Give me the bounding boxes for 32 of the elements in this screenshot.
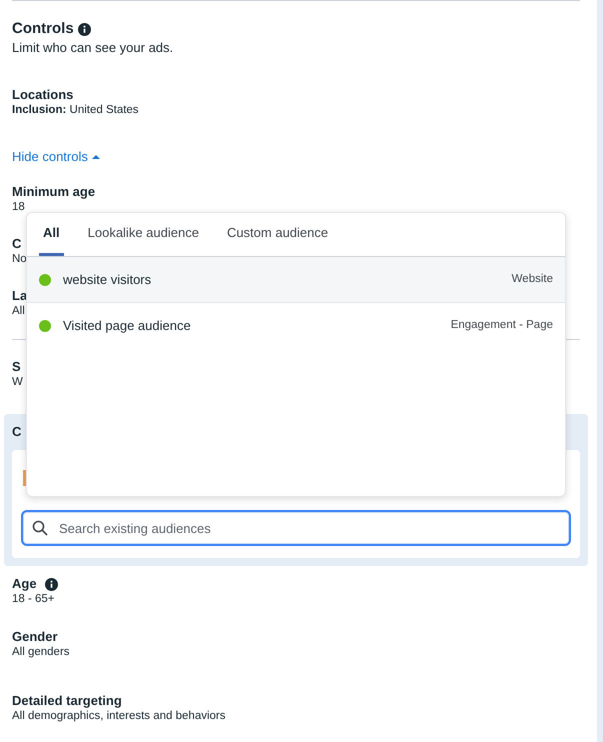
- audience-tab[interactable]: Custom audience: [222, 213, 332, 256]
- field-label: Locations: [12, 87, 74, 103]
- field-label: C: [12, 236, 22, 252]
- field-value: 18: [12, 200, 25, 215]
- audience-name: Visited page audience: [63, 316, 192, 335]
- search-field[interactable]: Search existing audiences: [21, 510, 571, 546]
- search-icon: [32, 520, 48, 536]
- field-value: All genders: [12, 645, 70, 660]
- field-value: Inclusion: United States: [12, 103, 139, 118]
- audience-item[interactable]: website visitors Website: [27, 257, 565, 303]
- field-value: All: [12, 304, 25, 319]
- section-subtitle: Limit who can see your ads.: [12, 40, 174, 56]
- audience-item[interactable]: Visited page audience Engagement - Page: [27, 303, 565, 349]
- warning-marker: [23, 470, 26, 486]
- hide-controls-link[interactable]: Hide controls: [12, 149, 100, 165]
- audience-source: Website: [512, 272, 553, 287]
- field-value: W: [12, 375, 23, 390]
- audience-name: website visitors: [63, 270, 152, 289]
- field-label: Minimum age: [12, 184, 96, 200]
- field-label: Detailed targeting: [12, 693, 122, 709]
- field-value: All demographics, interests and behaviors: [12, 709, 226, 724]
- field-value: No: [12, 252, 27, 267]
- field-value: 18 - 65+: [12, 592, 55, 607]
- caret-icon: [92, 154, 100, 160]
- field-label: S: [12, 359, 21, 375]
- audience-tab[interactable]: Lookalike audience: [84, 213, 203, 256]
- field-label: Gender: [12, 629, 58, 645]
- info-icon: [78, 22, 91, 36]
- field-label: Age: [12, 576, 37, 592]
- panel-title: C: [12, 424, 22, 440]
- section-title: Controls: [12, 20, 74, 38]
- audience-source: Engagement - Page: [450, 318, 553, 333]
